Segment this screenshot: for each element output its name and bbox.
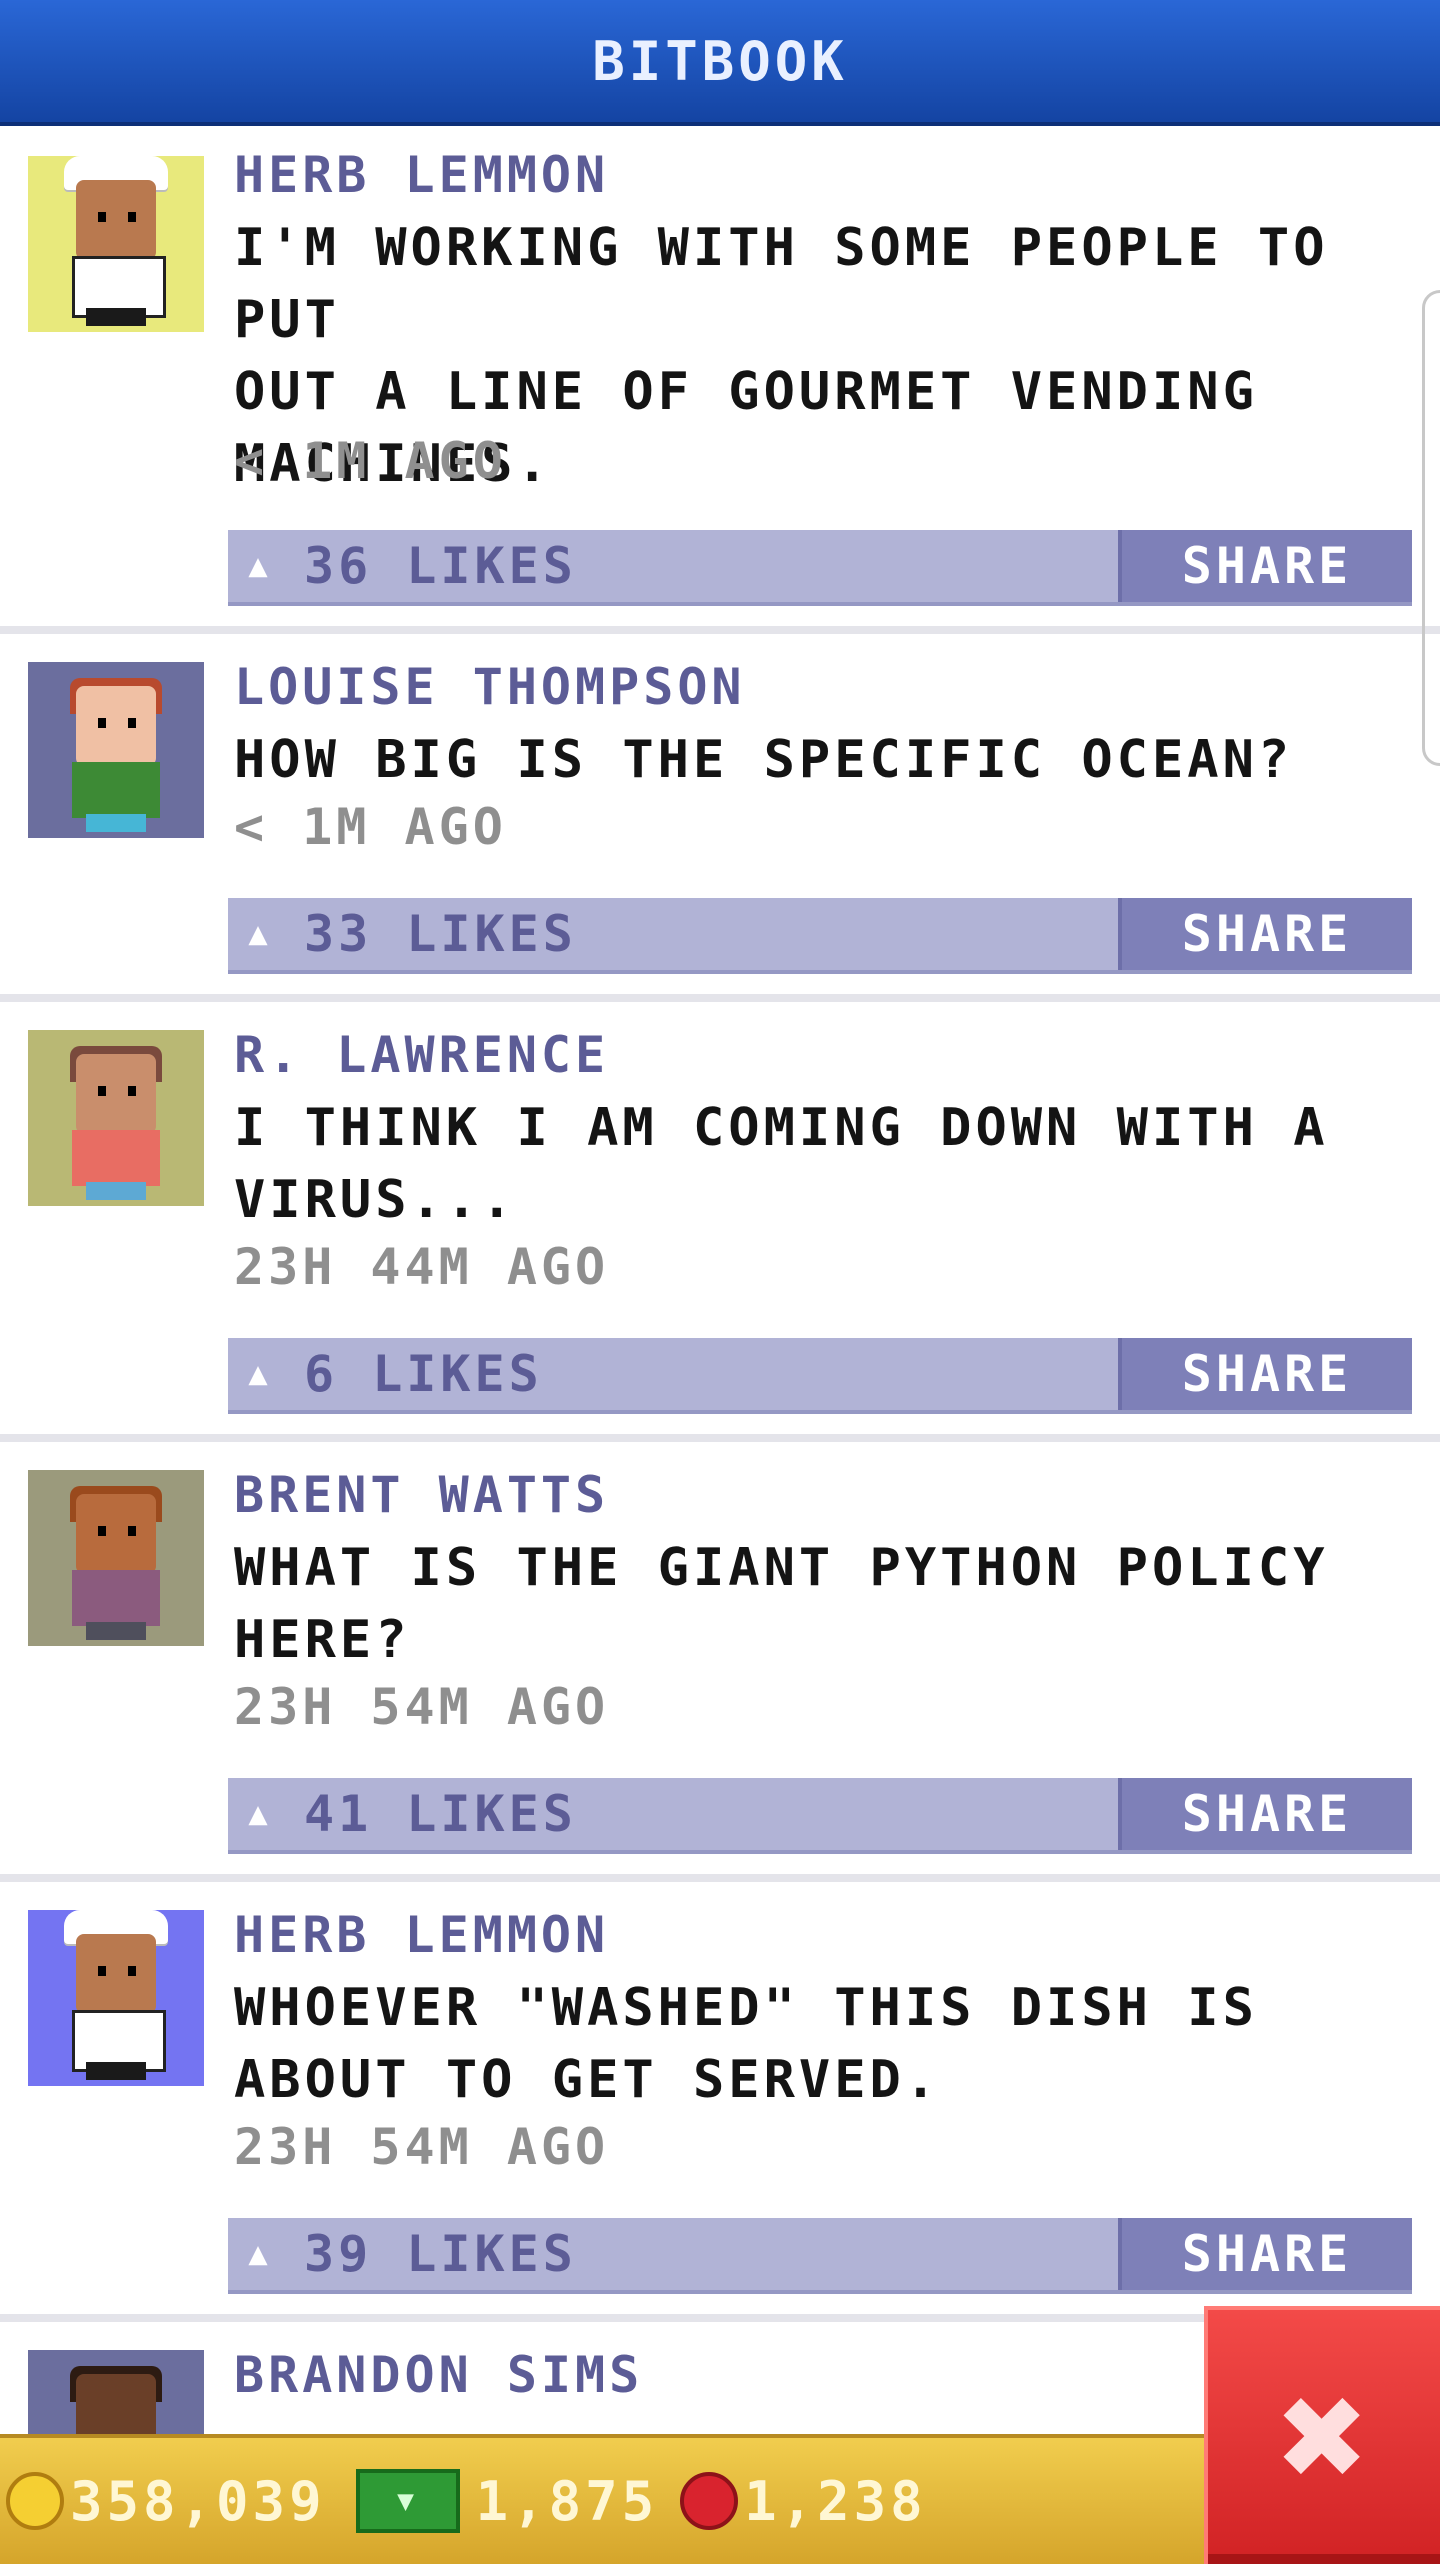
coins-counter: 358,039 bbox=[0, 2438, 326, 2564]
like-count: 41 LIKES bbox=[304, 1785, 577, 1843]
post-text: I THINK I AM COMING DOWN WITH A VIRUS... bbox=[234, 1098, 1329, 1230]
post-time: < 1M AGO bbox=[234, 798, 507, 856]
feed-post: LOUISE THOMPSON HOW BIG IS THE SPECIFIC … bbox=[0, 634, 1440, 994]
share-button[interactable]: SHARE bbox=[1118, 2218, 1412, 2290]
feed-post: R. LAWRENCE I THINK I AM COMING DOWN WIT… bbox=[0, 1002, 1440, 1434]
post-author[interactable]: R. LAWRENCE bbox=[234, 1026, 609, 1084]
app-title: BITBOOK bbox=[592, 29, 848, 93]
close-icon: ✖ bbox=[1278, 2350, 1374, 2524]
bux-counter: 1,238 bbox=[658, 2438, 927, 2564]
share-button[interactable]: SHARE bbox=[1118, 898, 1412, 970]
scroll-indicator[interactable] bbox=[1422, 290, 1440, 766]
post-divider bbox=[0, 994, 1440, 1002]
post-divider bbox=[0, 626, 1440, 634]
share-button[interactable]: SHARE bbox=[1118, 530, 1412, 602]
avatar-brandon[interactable] bbox=[28, 2350, 204, 2434]
thumbs-up-icon[interactable]: ▲ bbox=[242, 548, 278, 582]
thumbs-up-icon[interactable]: ▲ bbox=[242, 1356, 278, 1390]
like-bar: ▲ 6 LIKES SHARE bbox=[228, 1338, 1412, 1414]
post-text: WHOEVER "WASHED" THIS DISH IS ABOUT TO G… bbox=[234, 1978, 1258, 2110]
thumbs-up-icon[interactable]: ▲ bbox=[242, 1796, 278, 1830]
app-header: BITBOOK bbox=[0, 0, 1440, 126]
avatar-louise[interactable] bbox=[28, 662, 204, 838]
coin-icon bbox=[6, 2472, 64, 2530]
post-author[interactable]: BRENT WATTS bbox=[234, 1466, 609, 1524]
bux-icon bbox=[680, 2472, 739, 2530]
cash-value: 1,875 bbox=[475, 2469, 659, 2533]
post-author[interactable]: HERB LEMMON bbox=[234, 146, 609, 204]
post-divider bbox=[0, 1874, 1440, 1882]
bux-value: 1,238 bbox=[744, 2469, 927, 2533]
avatar-lawrence[interactable] bbox=[28, 1030, 204, 1206]
feed-post: HERB LEMMON WHOEVER "WASHED" THIS DISH I… bbox=[0, 1882, 1440, 2314]
post-text: WHAT IS THE GIANT PYTHON POLICY HERE? bbox=[234, 1538, 1329, 1670]
post-author[interactable]: HERB LEMMON bbox=[234, 1906, 609, 1964]
like-count: 6 LIKES bbox=[304, 1345, 543, 1403]
post-text: HOW BIG IS THE SPECIFIC OCEAN? bbox=[234, 730, 1294, 790]
like-bar: ▲ 33 LIKES SHARE bbox=[228, 898, 1412, 974]
news-feed[interactable]: HERB LEMMON I'M WORKING WITH SOME PEOPLE… bbox=[0, 126, 1440, 2434]
thumbs-up-icon[interactable]: ▲ bbox=[242, 916, 278, 950]
close-button[interactable]: ✖ bbox=[1204, 2306, 1440, 2564]
post-time: < 1M AGO bbox=[234, 432, 507, 490]
like-bar: ▲ 41 LIKES SHARE bbox=[228, 1778, 1412, 1854]
avatar-chef[interactable] bbox=[28, 156, 204, 332]
post-author[interactable]: BRANDON SIMS bbox=[234, 2346, 643, 2404]
like-count: 36 LIKES bbox=[304, 537, 577, 595]
cash-counter: ▼ 1,875 bbox=[326, 2438, 659, 2564]
feed-post: BRENT WATTS WHAT IS THE GIANT PYTHON POL… bbox=[0, 1442, 1440, 1874]
post-time: 23H 54M AGO bbox=[234, 1678, 610, 1736]
like-bar: ▲ 39 LIKES SHARE bbox=[228, 2218, 1412, 2294]
post-time: 23H 54M AGO bbox=[234, 2118, 610, 2176]
feed-post: HERB LEMMON I'M WORKING WITH SOME PEOPLE… bbox=[0, 126, 1440, 626]
share-button[interactable]: SHARE bbox=[1118, 1338, 1412, 1410]
cash-icon: ▼ bbox=[355, 2469, 460, 2533]
avatar-brent[interactable] bbox=[28, 1470, 204, 1646]
post-author[interactable]: LOUISE THOMPSON bbox=[234, 658, 746, 716]
avatar-chef[interactable] bbox=[28, 1910, 204, 2086]
post-divider bbox=[0, 1434, 1440, 1442]
post-time: 23H 44M AGO bbox=[234, 1238, 610, 1296]
like-bar: ▲ 36 LIKES SHARE bbox=[228, 530, 1412, 606]
share-button[interactable]: SHARE bbox=[1118, 1778, 1412, 1850]
like-count: 33 LIKES bbox=[304, 905, 577, 963]
coins-value: 358,039 bbox=[70, 2469, 326, 2533]
like-count: 39 LIKES bbox=[304, 2225, 577, 2283]
thumbs-up-icon[interactable]: ▲ bbox=[242, 2236, 278, 2270]
